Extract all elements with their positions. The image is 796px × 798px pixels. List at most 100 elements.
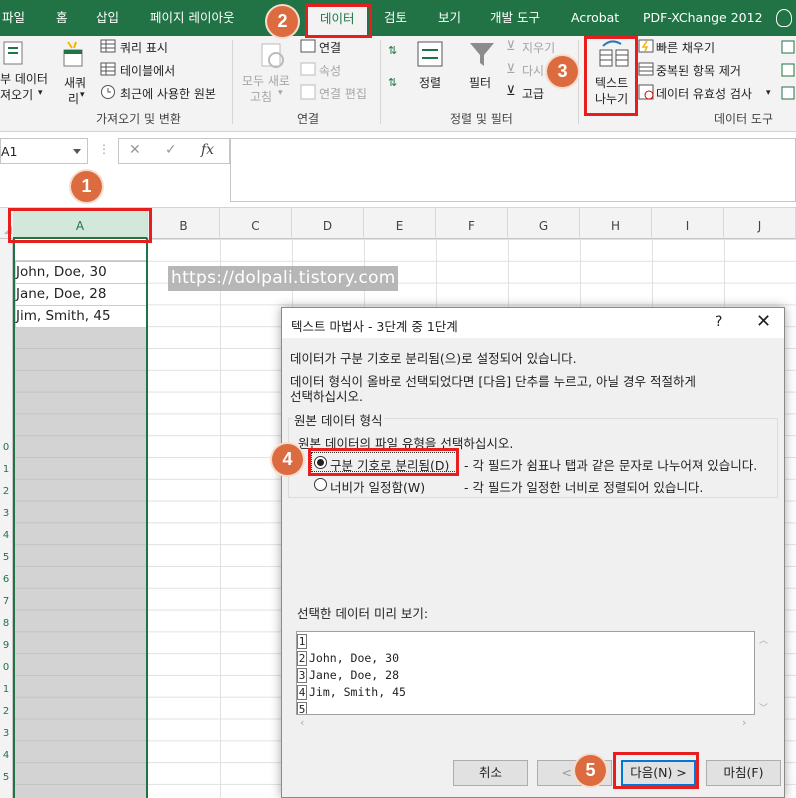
cell-a4[interactable]: Jim, Smith, 45: [16, 306, 146, 327]
show-queries-button[interactable]: 쿼리 표시: [120, 39, 168, 56]
scroll-right-icon[interactable]: ›: [742, 716, 746, 729]
get-data-label-2[interactable]: 져오기: [0, 86, 33, 103]
row-number[interactable]: 7: [0, 596, 12, 607]
data-validation-icon: [638, 84, 654, 100]
cell-a3[interactable]: Jane, Doe, 28: [16, 284, 146, 305]
fixed-width-label[interactable]: 너비가 일정함(W): [330, 477, 425, 496]
row-number[interactable]: 2: [0, 486, 12, 497]
step-badge-2: 2: [267, 6, 298, 37]
recent-sources-button[interactable]: 최근에 사용한 원본: [120, 85, 216, 102]
row-number[interactable]: 3: [0, 508, 12, 519]
data-validation-button[interactable]: 데이터 유효성 검사: [656, 85, 752, 102]
dropdown-arrow-icon: ▾: [278, 88, 283, 98]
refresh-all-label-1[interactable]: 모두 새로: [242, 72, 290, 89]
formula-buttons: ✕ ✓ fx: [118, 138, 230, 164]
formula-bar: A1 ⋮ ✕ ✓ fx: [0, 132, 796, 208]
refresh-all-label-2[interactable]: 고침: [250, 88, 272, 105]
edit-links-icon: [300, 84, 316, 100]
column-header-f[interactable]: F: [436, 208, 508, 239]
scroll-left-icon[interactable]: ‹: [300, 716, 304, 729]
tab-review[interactable]: 검토: [384, 0, 407, 36]
tab-file[interactable]: 파일: [2, 0, 25, 36]
from-table-button[interactable]: 테이블에서: [120, 62, 175, 79]
column-header-b[interactable]: B: [148, 208, 220, 239]
tab-view[interactable]: 보기: [438, 0, 461, 36]
row-number[interactable]: 8: [0, 618, 12, 629]
tab-pdf-xchange[interactable]: PDF-XChange 2012: [643, 0, 763, 36]
preview-row-number: 3: [297, 668, 307, 683]
data-preview[interactable]: 1 2 John, Doe, 30 3 Jane, Doe, 28 4 Jim, Sm…: [296, 631, 755, 715]
row-number[interactable]: 6: [0, 574, 12, 585]
tab-page-layout[interactable]: 페이지 레이아웃: [150, 0, 234, 36]
preview-row: 1: [297, 634, 309, 649]
row-number[interactable]: 0: [0, 442, 12, 453]
row-number[interactable]: 9: [0, 640, 12, 651]
column-header-g[interactable]: G: [508, 208, 580, 239]
new-query-label-2[interactable]: 리: [68, 90, 79, 107]
fixed-width-radio[interactable]: [314, 478, 327, 491]
column-header-i[interactable]: I: [652, 208, 724, 239]
cancel-icon[interactable]: ✕: [129, 142, 141, 158]
help-icon[interactable]: ?: [715, 314, 722, 330]
preview-vertical-scrollbar[interactable]: ︿ ﹀: [755, 631, 772, 715]
preview-row-number: 5: [297, 702, 307, 715]
highlight-text-to-columns: [584, 36, 638, 116]
preview-horizontal-scrollbar[interactable]: ‹ ›: [296, 715, 755, 732]
row-number[interactable]: 5: [0, 552, 12, 563]
get-data-label-1[interactable]: 부 데이터: [0, 70, 48, 87]
properties-button[interactable]: 속성: [319, 62, 341, 79]
dialog-title: 텍스트 마법사 - 3단계 중 1단계: [291, 319, 458, 334]
close-icon[interactable]: ✕: [756, 311, 771, 332]
new-query-label-1[interactable]: 새쿼: [64, 74, 86, 91]
column-header-h[interactable]: H: [580, 208, 652, 239]
tab-insert[interactable]: 삽입: [96, 0, 119, 36]
column-header-e[interactable]: E: [364, 208, 436, 239]
formula-input[interactable]: [230, 138, 796, 202]
cell-a2[interactable]: John, Doe, 30: [16, 262, 146, 283]
name-box[interactable]: A1: [0, 138, 88, 164]
formula-bar-grip-icon: ⋮: [98, 142, 110, 156]
sort-button[interactable]: 정렬: [419, 74, 441, 91]
sort-za-icon[interactable]: ⇅: [388, 76, 397, 89]
lightbulb-icon[interactable]: [776, 9, 792, 27]
dropdown-arrow-icon: ▾: [80, 90, 85, 100]
tab-developer[interactable]: 개발 도구: [490, 0, 540, 36]
highlight-delimited-option: [308, 448, 459, 476]
advanced-button[interactable]: 고급: [522, 85, 544, 102]
finish-button[interactable]: 마침(F): [706, 760, 781, 786]
scroll-up-icon[interactable]: ︿: [759, 633, 768, 646]
cancel-button[interactable]: 취소: [453, 760, 528, 786]
row-number[interactable]: 4: [0, 530, 12, 541]
remove-duplicates-button[interactable]: 중복된 항목 제거: [656, 62, 741, 79]
connections-icon: [300, 39, 316, 53]
connections-button[interactable]: 연결: [319, 39, 341, 56]
row-number[interactable]: 0: [0, 662, 12, 673]
preview-row-text: Jim, Smith, 45: [309, 685, 406, 699]
row-number[interactable]: 4: [0, 750, 12, 761]
edit-links-button[interactable]: 연결 편집: [319, 85, 367, 102]
highlight-next-button: [613, 752, 699, 789]
clear-button[interactable]: 지우기: [522, 39, 555, 56]
column-header-c[interactable]: C: [220, 208, 292, 239]
delimited-description: - 각 필드가 쉼표나 탭과 같은 문자로 나누어져 있습니다.: [464, 458, 758, 473]
column-header-j[interactable]: J: [724, 208, 796, 239]
flash-fill-button[interactable]: 빠른 채우기: [656, 39, 715, 56]
row-number[interactable]: 1: [0, 464, 12, 475]
tab-acrobat[interactable]: Acrobat: [571, 0, 619, 36]
row-number[interactable]: 5: [0, 772, 12, 783]
tab-home[interactable]: 홈: [56, 0, 68, 36]
row-number[interactable]: 1: [0, 684, 12, 695]
highlight-column-a: [8, 208, 152, 243]
insert-function-icon[interactable]: fx: [201, 142, 214, 158]
fixed-width-description: - 각 필드가 일정한 너비로 정렬되어 있습니다.: [464, 480, 704, 495]
reapply-button[interactable]: 다시: [522, 62, 544, 79]
column-header-d[interactable]: D: [292, 208, 364, 239]
row-number[interactable]: 3: [0, 728, 12, 739]
scroll-down-icon[interactable]: ﹀: [759, 701, 768, 714]
filter-button[interactable]: 필터: [469, 74, 491, 91]
row-header-column: 0 1 2 3 4 5 6 7 8 9 0 1 2 3 4 5: [0, 239, 13, 798]
row-number[interactable]: 2: [0, 706, 12, 717]
enter-icon[interactable]: ✓: [165, 142, 177, 158]
group-sort-filter-label: 정렬 및 필터: [450, 112, 513, 126]
sort-az-icon[interactable]: ⇅: [388, 44, 397, 57]
